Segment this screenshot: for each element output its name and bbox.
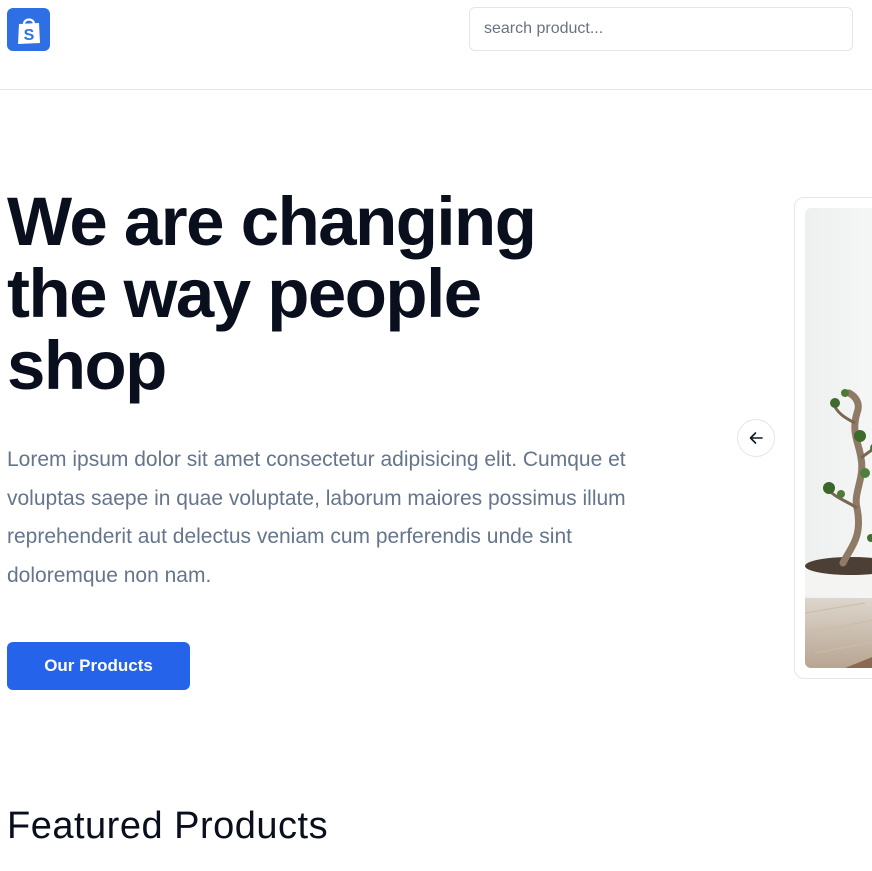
featured-products-title: Featured Products	[7, 805, 329, 847]
product-image	[805, 208, 872, 668]
site-header: S	[0, 0, 872, 90]
carousel-prev-button[interactable]	[737, 419, 775, 457]
our-products-button[interactable]: Our Products	[7, 642, 190, 690]
logo[interactable]: S	[7, 8, 50, 51]
hero-title: We are changing the way people shop	[7, 186, 627, 402]
hero-description: Lorem ipsum dolor sit amet consectetur a…	[7, 448, 626, 587]
hero-title-line: the way people	[7, 255, 482, 332]
logo-letter: S	[23, 27, 34, 44]
arrow-left-icon	[749, 432, 763, 444]
search-input[interactable]	[469, 7, 853, 51]
carousel-slide	[794, 197, 872, 679]
hero-title-line: shop	[7, 327, 167, 404]
bonsai-image	[805, 208, 872, 668]
hero-title-line: We are changing	[7, 183, 537, 260]
shopping-bag-icon: S	[17, 17, 40, 44]
